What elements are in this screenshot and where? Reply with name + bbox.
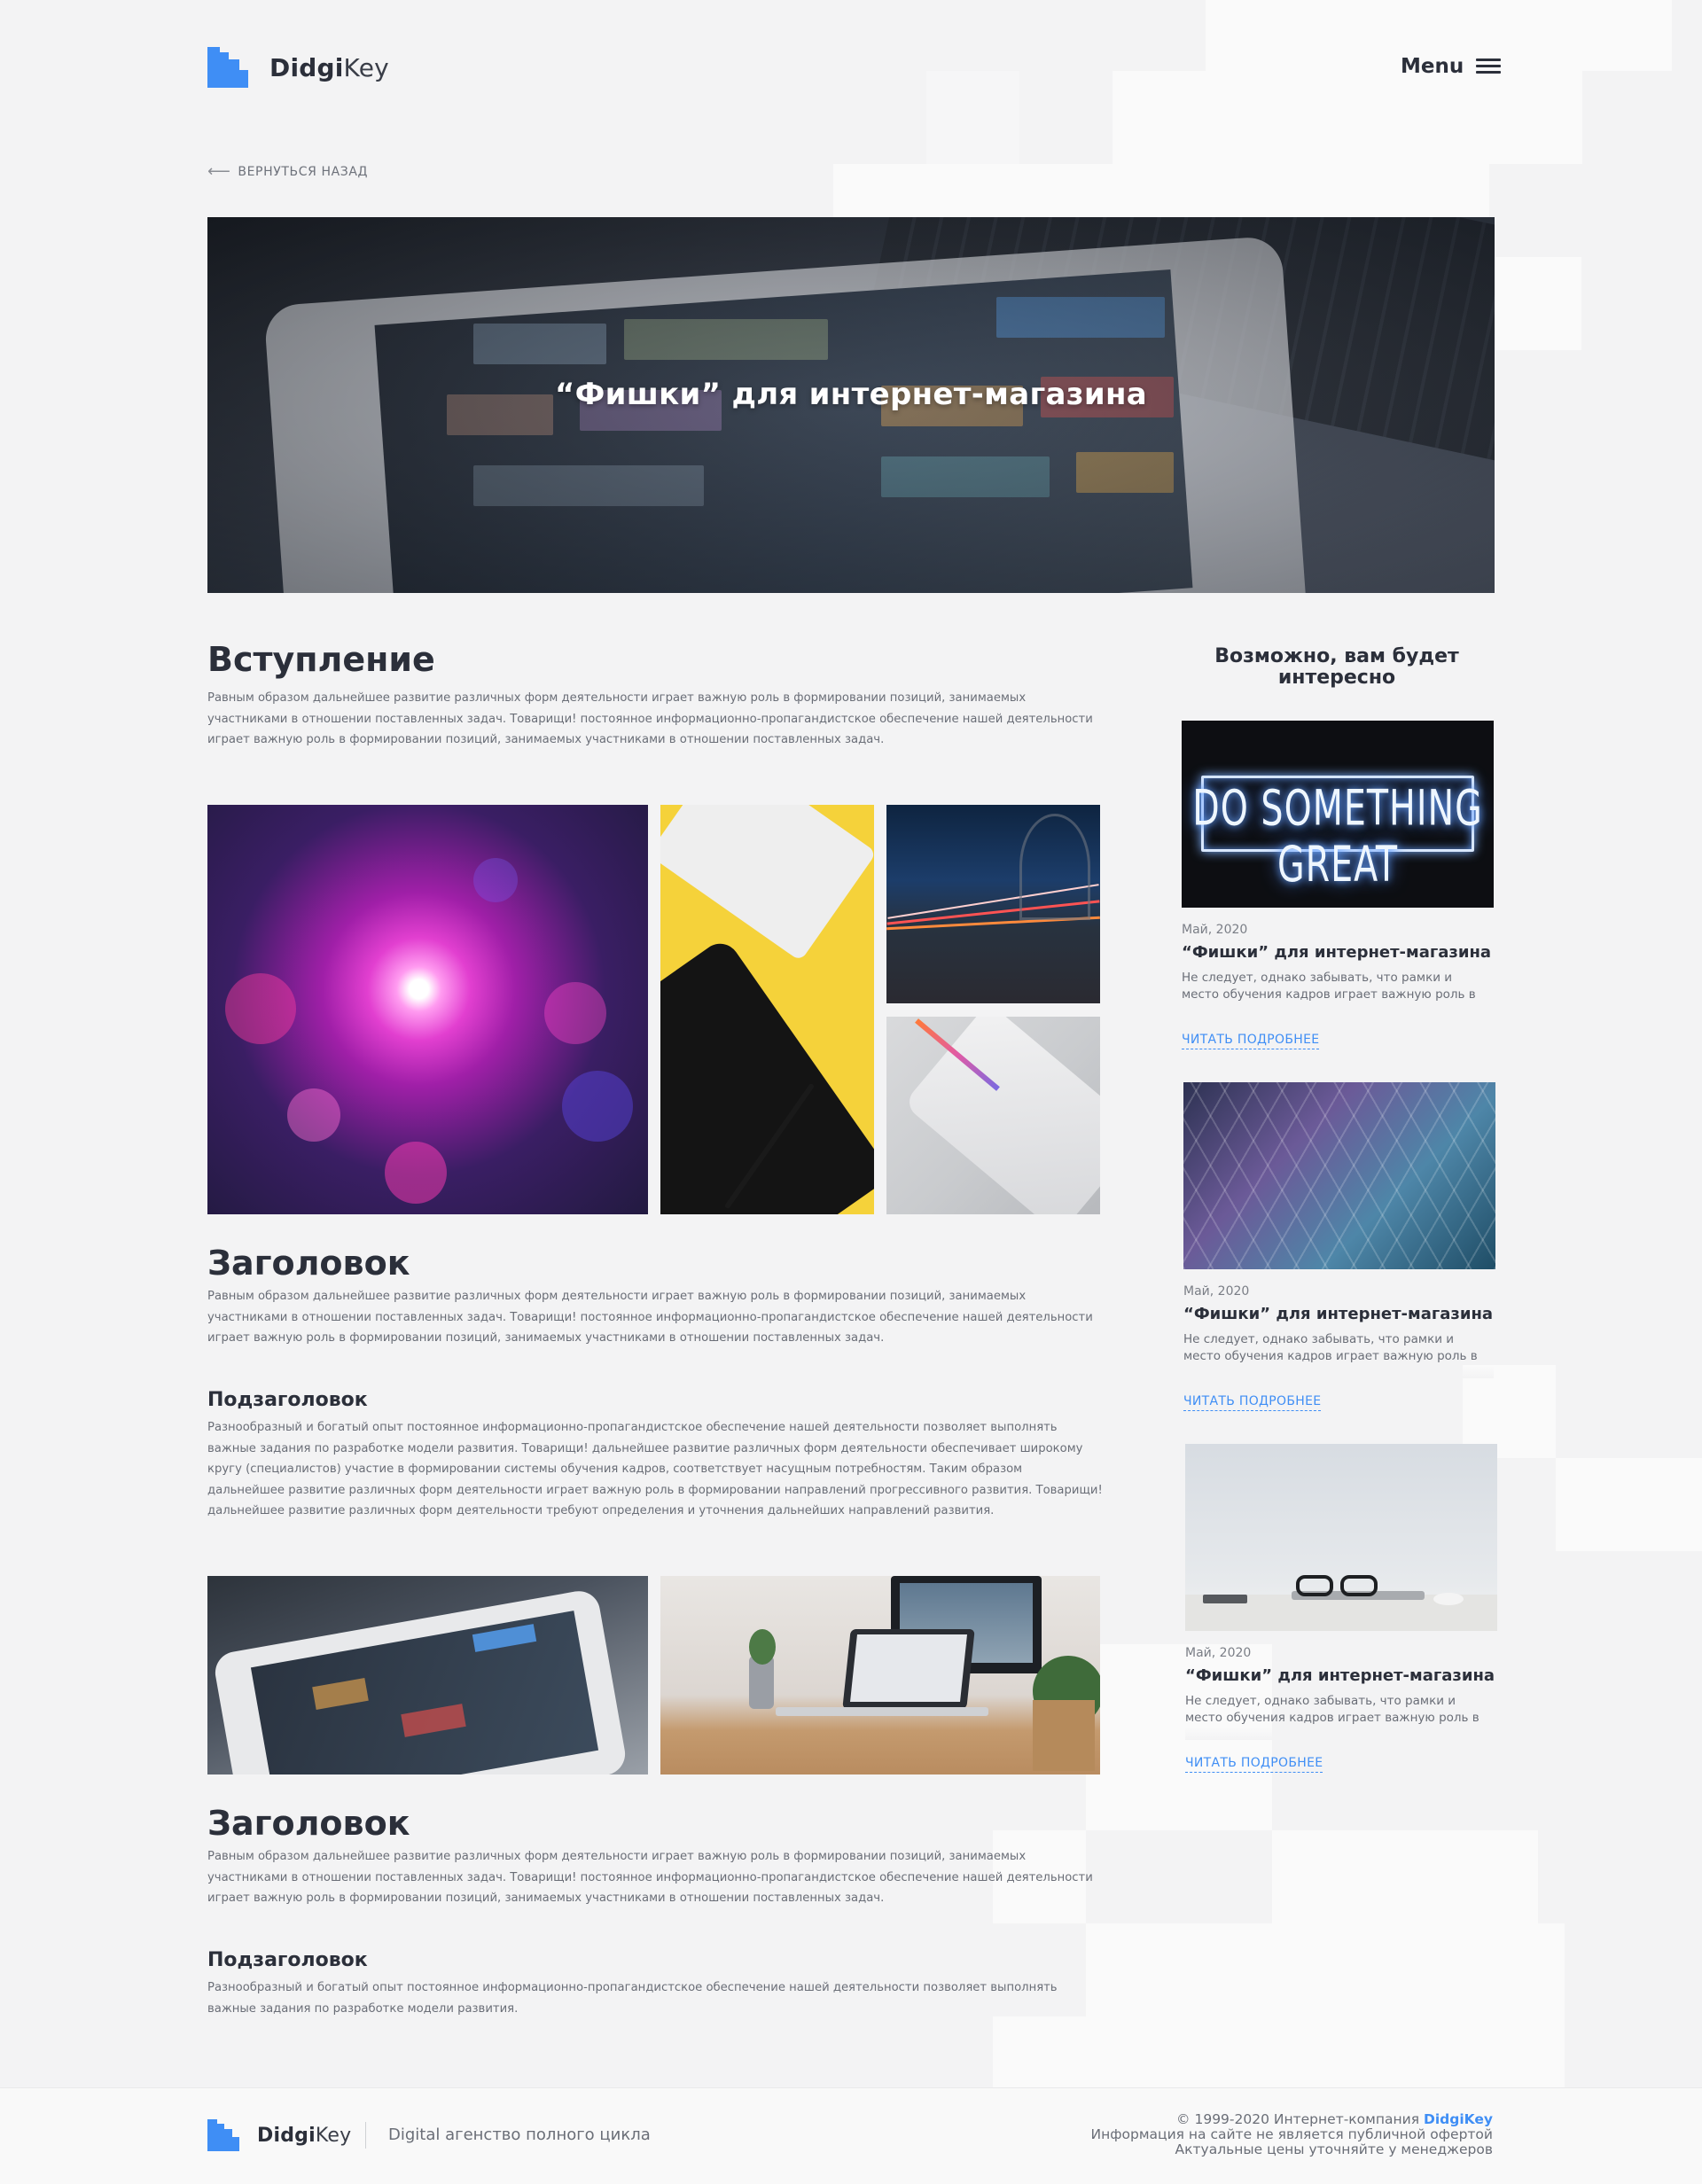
- card-date: Май, 2020: [1183, 1284, 1250, 1299]
- footer-tagline: Digital агенство полного цикла: [388, 2126, 651, 2144]
- sidebar-title: Возможно, вам будет интересно: [1214, 645, 1459, 689]
- back-link-label: ВЕРНУТЬСЯ НАЗАД: [238, 164, 369, 179]
- card-text: Не следует, однако забывать, что рамки и…: [1185, 1694, 1479, 1728]
- decor-block: [1495, 257, 1581, 350]
- decor-block: [1113, 71, 1582, 164]
- menu-button[interactable]: Menu: [1401, 55, 1502, 78]
- logo-wordmark: DidgiKey: [269, 52, 389, 82]
- related-card-image[interactable]: DO SOMETHING GREAT: [1182, 721, 1494, 908]
- card-read-more-link[interactable]: ЧИТАТЬ ПОДРОБНЕЕ: [1182, 1033, 1320, 1049]
- copyright-text: © 1999-2020 Интернет-компания: [1176, 2111, 1420, 2127]
- tablet-keyboard-image: [207, 1576, 648, 1774]
- footer-copyright: © 1999-2020 Интернет-компания DidgiKey И…: [1091, 2112, 1493, 2157]
- decor-block: [1272, 1830, 1538, 1923]
- card-date: Май, 2020: [1185, 1646, 1252, 1660]
- decor-block: [1556, 1458, 1702, 1551]
- footer: DidgiKey Digital агенство полного цикла …: [0, 2087, 1702, 2184]
- section1-subheading: Подзаголовок: [207, 1389, 368, 1411]
- logo-icon: [207, 2119, 239, 2151]
- menu-label: Menu: [1401, 55, 1464, 78]
- card-title[interactable]: “Фишки” для интернет-магазина: [1183, 1305, 1493, 1323]
- card-title[interactable]: “Фишки” для интернет-магазина: [1185, 1666, 1495, 1685]
- section2-subtext: Разнообразный и богатый опыт постоянное …: [207, 1981, 1058, 2016]
- card-title[interactable]: “Фишки” для интернет-магазина: [1182, 943, 1491, 962]
- copyright-brand-link[interactable]: DidgiKey: [1424, 2111, 1493, 2127]
- section2-subheading: Подзаголовок: [207, 1949, 368, 1971]
- intro-heading: Вступление: [207, 640, 435, 679]
- card-text: Не следует, однако забывать, что рамки и…: [1183, 1332, 1478, 1367]
- laptop-closeup-image: [886, 1017, 1100, 1214]
- footer-logo[interactable]: DidgiKey: [207, 2119, 351, 2151]
- footer-wordmark: DidgiKey: [257, 2124, 352, 2147]
- card-date: Май, 2020: [1182, 923, 1248, 937]
- footer-divider: [365, 2122, 366, 2149]
- card-text: Не следует, однако забывать, что рамки и…: [1182, 971, 1476, 1005]
- card-read-more-link[interactable]: ЧИТАТЬ ПОДРОБНЕЕ: [1183, 1394, 1322, 1411]
- related-card-image[interactable]: [1183, 1082, 1495, 1269]
- desk-workspace-image: [660, 1576, 1100, 1774]
- neon-sign-text: DO SOMETHING GREAT: [1192, 780, 1483, 893]
- decor-block: [1086, 1923, 1565, 2087]
- highway-light-trails-image: [886, 805, 1100, 1003]
- back-arrow-icon: ⟵: [207, 162, 231, 181]
- section2-text: Равным образом дальнейшее развитие разли…: [207, 1850, 1093, 1906]
- footer-price-note: Актуальные цены уточняйте у менеджеров: [1175, 2141, 1493, 2157]
- section1-text: Равным образом дальнейшее развитие разли…: [207, 1290, 1093, 1346]
- decor-block: [833, 164, 1019, 217]
- section1-heading: Заголовок: [207, 1244, 410, 1283]
- decor-block: [926, 71, 1019, 164]
- card-read-more-link[interactable]: ЧИТАТЬ ПОДРОБНЕЕ: [1185, 1756, 1323, 1773]
- back-link[interactable]: ⟵ ВЕРНУТЬСЯ НАЗАД: [207, 162, 368, 181]
- header-logo[interactable]: DidgiKey: [207, 47, 389, 88]
- hero-title: “Фишки” для интернет-магазина: [554, 377, 1148, 412]
- decor-block: [1019, 164, 1489, 217]
- decor-block: [993, 2016, 1086, 2087]
- intro-text: Равным образом дальнейшее развитие разли…: [207, 691, 1093, 747]
- hero-banner: “Фишки” для интернет-магазина: [207, 217, 1495, 593]
- section2-heading: Заголовок: [207, 1804, 410, 1843]
- logo-icon: [207, 47, 248, 88]
- section1-subtext: Разнообразный и богатый опыт постоянное …: [207, 1421, 1103, 1518]
- related-card-image[interactable]: [1185, 1444, 1497, 1631]
- footer-disclaimer: Информация на сайте не является публично…: [1090, 2126, 1493, 2142]
- menu-icon: [1476, 58, 1502, 74]
- fiber-optic-lights-image: [207, 805, 648, 1214]
- keyboard-tablet-image: [660, 805, 874, 1214]
